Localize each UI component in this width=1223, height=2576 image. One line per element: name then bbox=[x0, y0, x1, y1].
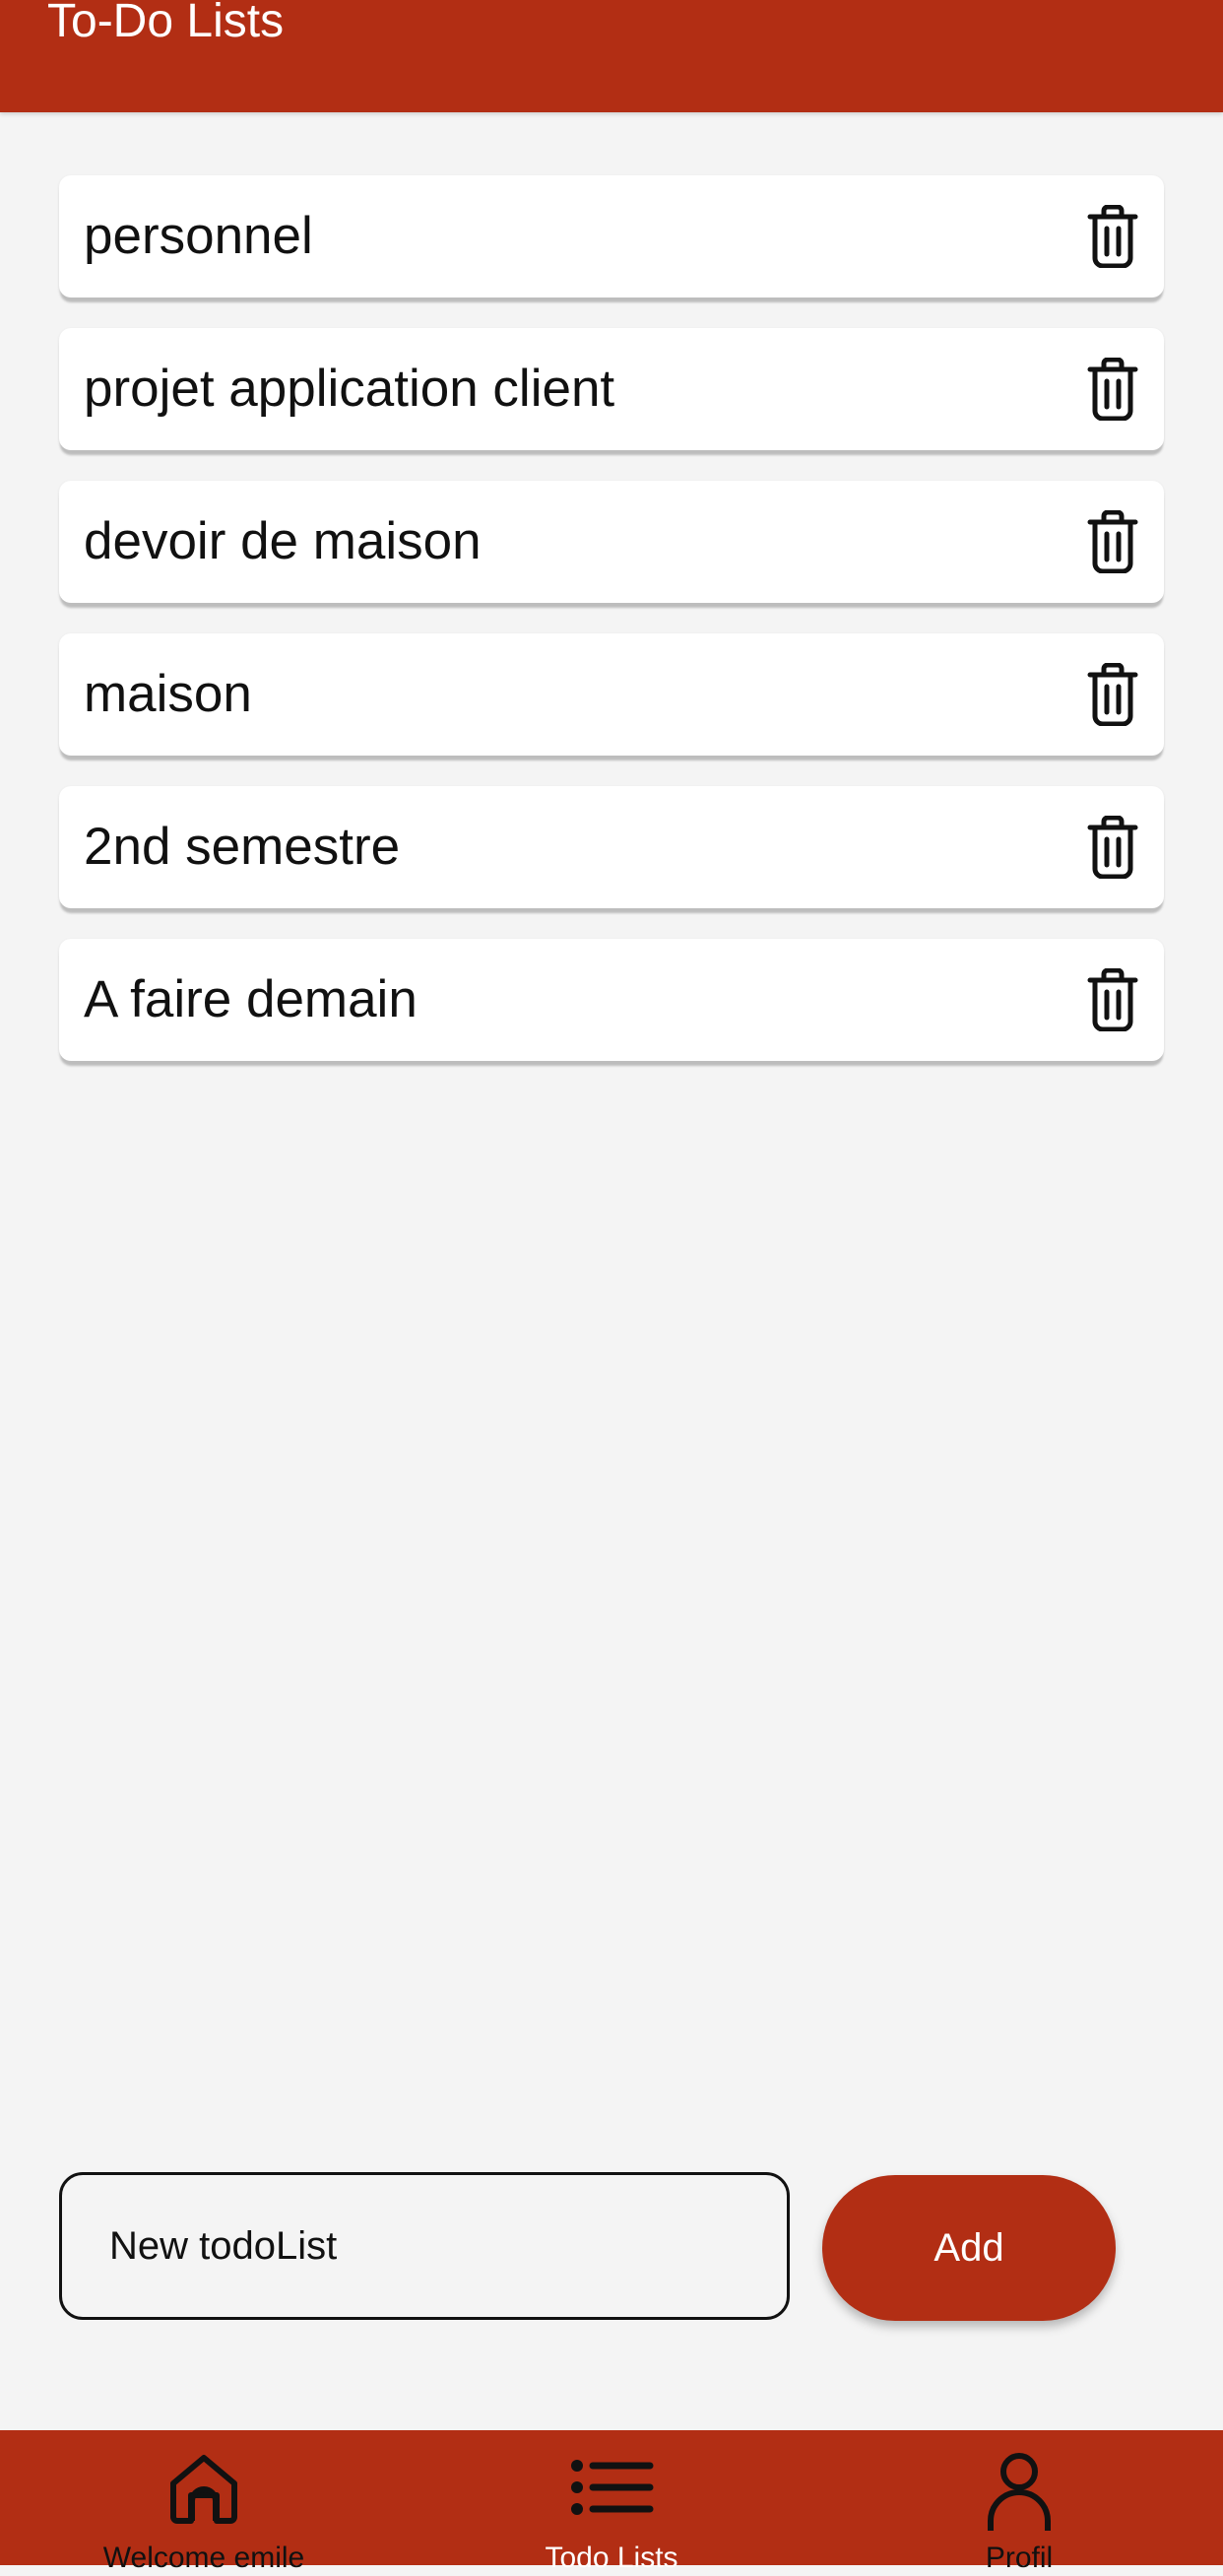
delete-button[interactable] bbox=[1081, 205, 1144, 268]
nav-label: Welcome emile bbox=[102, 2542, 305, 2574]
todo-list-name: personnel bbox=[84, 207, 313, 265]
todo-list-name: A faire demain bbox=[84, 970, 418, 1028]
page-title: To-Do Lists bbox=[47, 0, 285, 47]
delete-button[interactable] bbox=[1081, 968, 1144, 1031]
delete-button[interactable] bbox=[1081, 663, 1144, 726]
trash-icon bbox=[1087, 663, 1138, 726]
app-header: To-Do Lists bbox=[0, 0, 1223, 112]
todo-list-item[interactable]: maison bbox=[59, 633, 1164, 756]
nav-item-welcome[interactable]: Welcome emile bbox=[0, 2430, 408, 2574]
new-todolist-input[interactable] bbox=[59, 2172, 790, 2320]
person-icon bbox=[988, 2453, 1051, 2531]
todo-list-item[interactable]: devoir de maison bbox=[59, 481, 1164, 603]
trash-icon bbox=[1087, 205, 1138, 268]
add-button[interactable]: Add bbox=[822, 2175, 1116, 2321]
delete-button[interactable] bbox=[1081, 358, 1144, 421]
trash-icon bbox=[1087, 816, 1138, 879]
todo-list-container: personnel projet application client devo… bbox=[59, 175, 1164, 1091]
todo-list-name: maison bbox=[84, 665, 252, 723]
delete-button[interactable] bbox=[1081, 510, 1144, 573]
delete-button[interactable] bbox=[1081, 816, 1144, 879]
nav-item-todo-lists[interactable]: Todo Lists bbox=[408, 2430, 815, 2574]
todo-list-item[interactable]: personnel bbox=[59, 175, 1164, 297]
nav-label: Todo Lists bbox=[545, 2542, 678, 2574]
trash-icon bbox=[1087, 510, 1138, 573]
todo-list-name: projet application client bbox=[84, 360, 615, 418]
trash-icon bbox=[1087, 968, 1138, 1031]
nav-item-profil[interactable]: Profil bbox=[815, 2430, 1223, 2574]
todo-list-name: 2nd semestre bbox=[84, 818, 401, 876]
list-icon bbox=[571, 2460, 654, 2515]
todo-list-item[interactable]: A faire demain bbox=[59, 939, 1164, 1061]
bottom-nav: Welcome emile Todo Lists Profil bbox=[0, 2430, 1223, 2574]
home-icon bbox=[170, 2455, 237, 2524]
todo-list-name: devoir de maison bbox=[84, 512, 482, 570]
nav-label: Profil bbox=[985, 2542, 1054, 2574]
todo-list-item[interactable]: projet application client bbox=[59, 328, 1164, 450]
trash-icon bbox=[1087, 358, 1138, 421]
todo-list-item[interactable]: 2nd semestre bbox=[59, 786, 1164, 908]
